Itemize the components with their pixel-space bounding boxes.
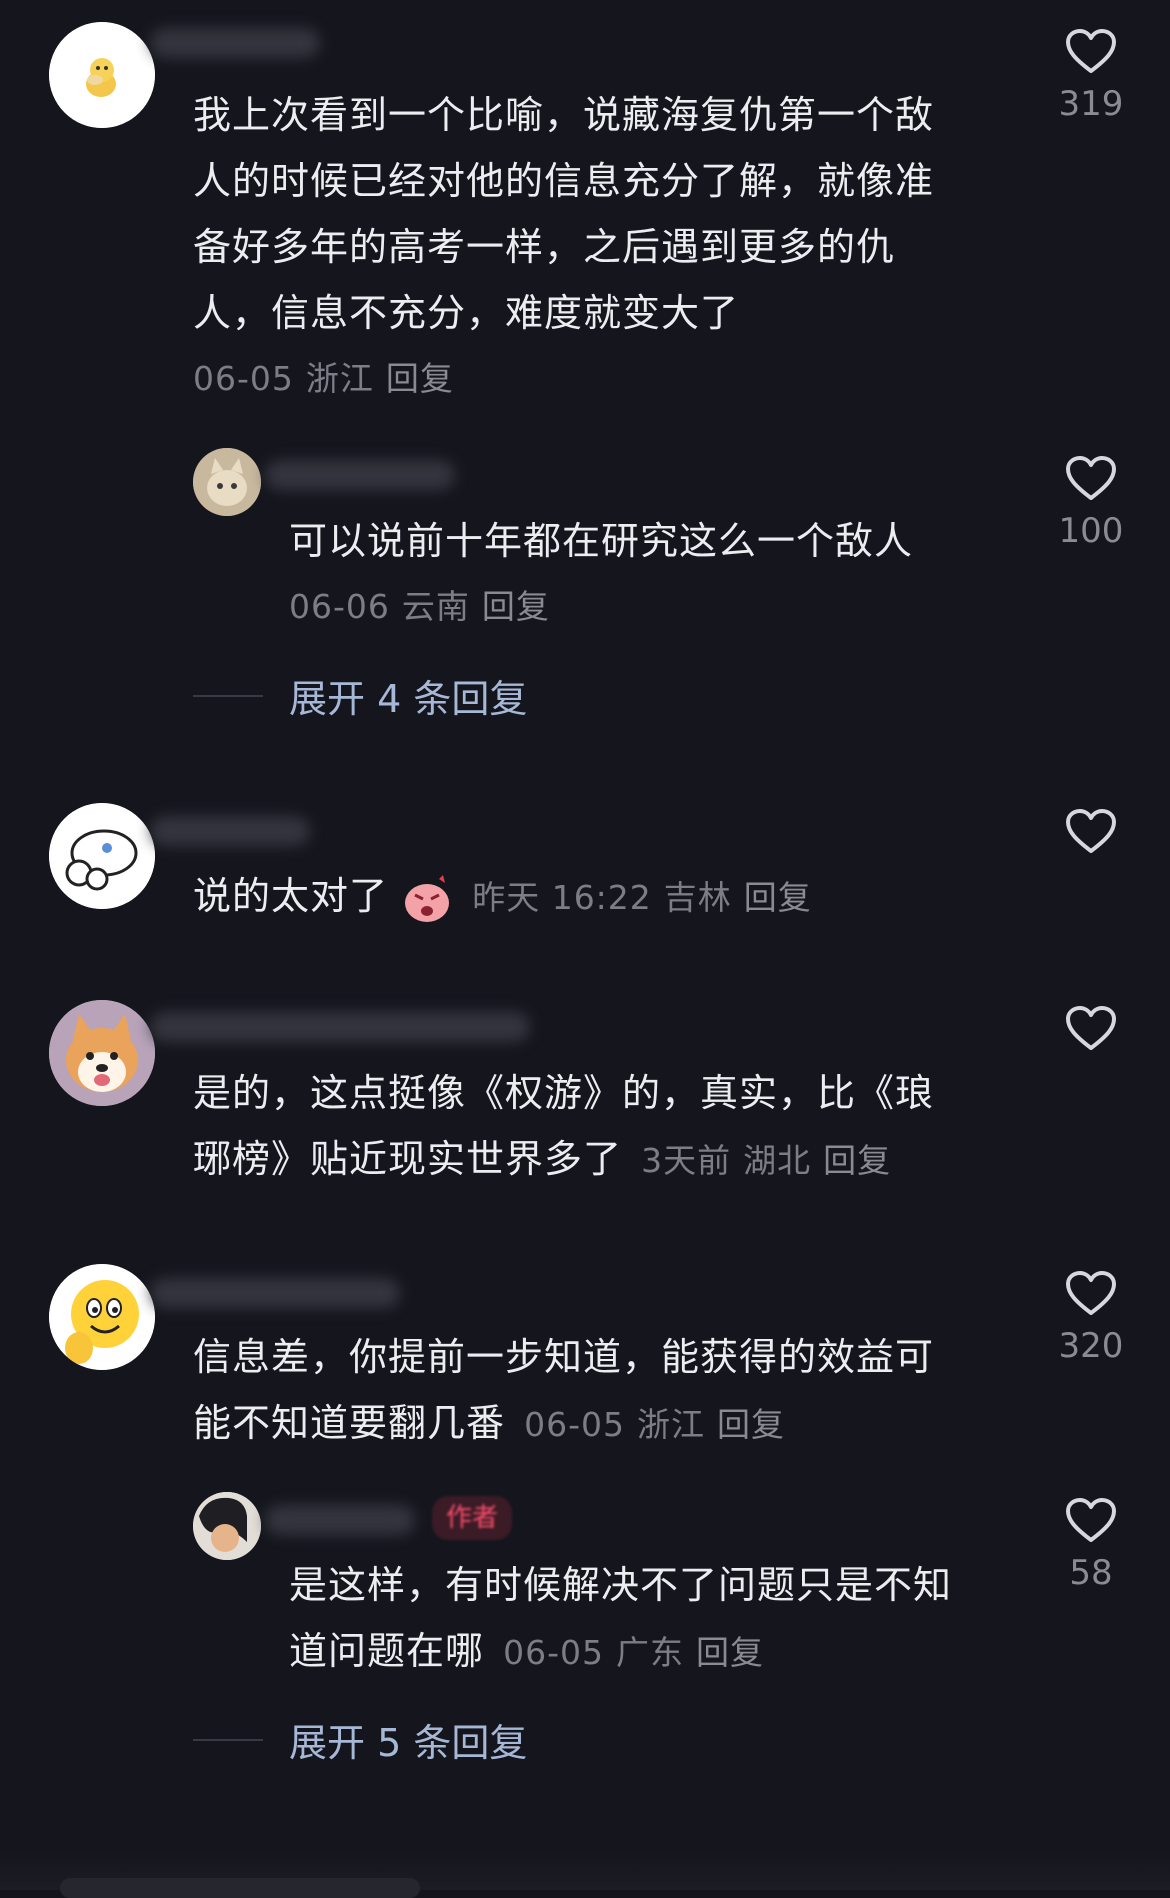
like-count: 58 bbox=[1069, 1553, 1113, 1593]
comment-date: 3天前 bbox=[641, 1141, 732, 1180]
like-button[interactable]: 58 bbox=[1036, 1497, 1146, 1593]
reply-button[interactable]: 回复 bbox=[696, 1633, 764, 1672]
comment-text: 信息差，你提前一步知道，能获得的效益可 能不知道要翻几番 06-05 浙江 回复 bbox=[193, 1335, 935, 1445]
expand-replies-button[interactable]: 展开 4 条回复 bbox=[193, 668, 527, 723]
heart-icon bbox=[1066, 1498, 1116, 1542]
heart-icon bbox=[1066, 1271, 1116, 1315]
username-blurred[interactable] bbox=[265, 460, 455, 490]
comment-location: 湖北 bbox=[743, 1141, 812, 1180]
like-count: 319 bbox=[1058, 84, 1124, 124]
reply-meta: 06-06 云南 回复 bbox=[289, 574, 1009, 640]
comment-text: 是的，这点挺像《权游》的，真实，比《琅 琊榜》贴近现实世界多了 3天前 湖北 回复 bbox=[193, 1071, 935, 1181]
comment-meta: 06-05 浙江 回复 bbox=[193, 346, 1013, 412]
reply-location: 广东 bbox=[616, 1633, 684, 1672]
reply-button[interactable]: 回复 bbox=[744, 878, 812, 917]
like-count: 100 bbox=[1058, 511, 1124, 551]
shiba-avatar-icon[interactable] bbox=[49, 1000, 155, 1106]
comment-meta: 3天前 湖北 回复 bbox=[641, 1141, 903, 1180]
comment-meta: 06-05 浙江 回复 bbox=[524, 1405, 797, 1444]
reply-location: 云南 bbox=[401, 587, 470, 626]
like-button[interactable]: 320 bbox=[1036, 1270, 1146, 1366]
author-badge: 作者 bbox=[432, 1496, 513, 1540]
comment-location: 浙江 bbox=[305, 359, 374, 398]
heart-icon bbox=[1066, 1006, 1116, 1050]
like-count: 320 bbox=[1058, 1326, 1124, 1366]
reply-button[interactable]: 回复 bbox=[717, 1405, 785, 1444]
comment-date: 06-05 bbox=[524, 1405, 625, 1444]
username-blurred[interactable] bbox=[150, 816, 310, 846]
comment-location: 浙江 bbox=[637, 1405, 705, 1444]
divider-line bbox=[193, 694, 263, 697]
heart-icon bbox=[1066, 29, 1116, 73]
comment-meta: 昨天 16:22 吉林 回复 bbox=[472, 878, 824, 917]
input-bar-edge[interactable] bbox=[60, 1878, 420, 1898]
reply-button[interactable]: 回复 bbox=[482, 587, 550, 626]
heart-icon bbox=[1066, 809, 1116, 853]
divider-line bbox=[193, 1738, 263, 1741]
angry-sticker-icon bbox=[401, 873, 453, 925]
comment-location: 吉林 bbox=[663, 878, 732, 917]
psyduck-avatar-icon[interactable] bbox=[49, 22, 155, 128]
cartoon-dog-avatar-icon[interactable] bbox=[49, 803, 155, 909]
person-avatar-icon[interactable] bbox=[193, 1492, 261, 1560]
smiley-emoji-avatar-icon[interactable] bbox=[49, 1264, 155, 1370]
cat-avatar-icon[interactable] bbox=[193, 448, 261, 516]
like-button[interactable]: 319 bbox=[1036, 28, 1146, 124]
username-blurred[interactable] bbox=[150, 1278, 400, 1308]
reply-button[interactable]: 回复 bbox=[386, 359, 454, 398]
reply-button[interactable]: 回复 bbox=[823, 1141, 891, 1180]
comment-date: 昨天 16:22 bbox=[472, 878, 652, 917]
comment-text: 说的太对了 昨天 16:22 吉林 回复 bbox=[193, 863, 1013, 931]
like-button[interactable]: 100 bbox=[1036, 455, 1146, 551]
reply-meta: 06-05 广东 回复 bbox=[503, 1633, 776, 1672]
username-blurred[interactable] bbox=[265, 1505, 415, 1535]
username-blurred[interactable] bbox=[150, 1012, 530, 1042]
reply-text: 是这样，有时候解决不了问题只是不知 道问题在哪 06-05 广东 回复 bbox=[289, 1563, 953, 1673]
username-blurred[interactable] bbox=[150, 28, 320, 58]
reply-date: 06-05 bbox=[503, 1633, 604, 1672]
like-button[interactable] bbox=[1036, 808, 1146, 854]
expand-replies-button[interactable]: 展开 5 条回复 bbox=[193, 1712, 527, 1767]
expand-replies-label: 展开 5 条回复 bbox=[289, 1721, 528, 1765]
comment-text: 我上次看到一个比喻，说藏海复仇第一个敌 人的时候已经对他的信息充分了解，就像准 … bbox=[193, 82, 1013, 412]
like-button[interactable] bbox=[1036, 1005, 1146, 1051]
comment-date: 06-05 bbox=[193, 359, 294, 398]
reply-date: 06-06 bbox=[289, 587, 390, 626]
expand-replies-label: 展开 4 条回复 bbox=[289, 677, 528, 721]
heart-icon bbox=[1066, 456, 1116, 500]
reply-text: 可以说前十年都在研究这么一个敌人 06-06 云南 回复 bbox=[289, 508, 1009, 640]
